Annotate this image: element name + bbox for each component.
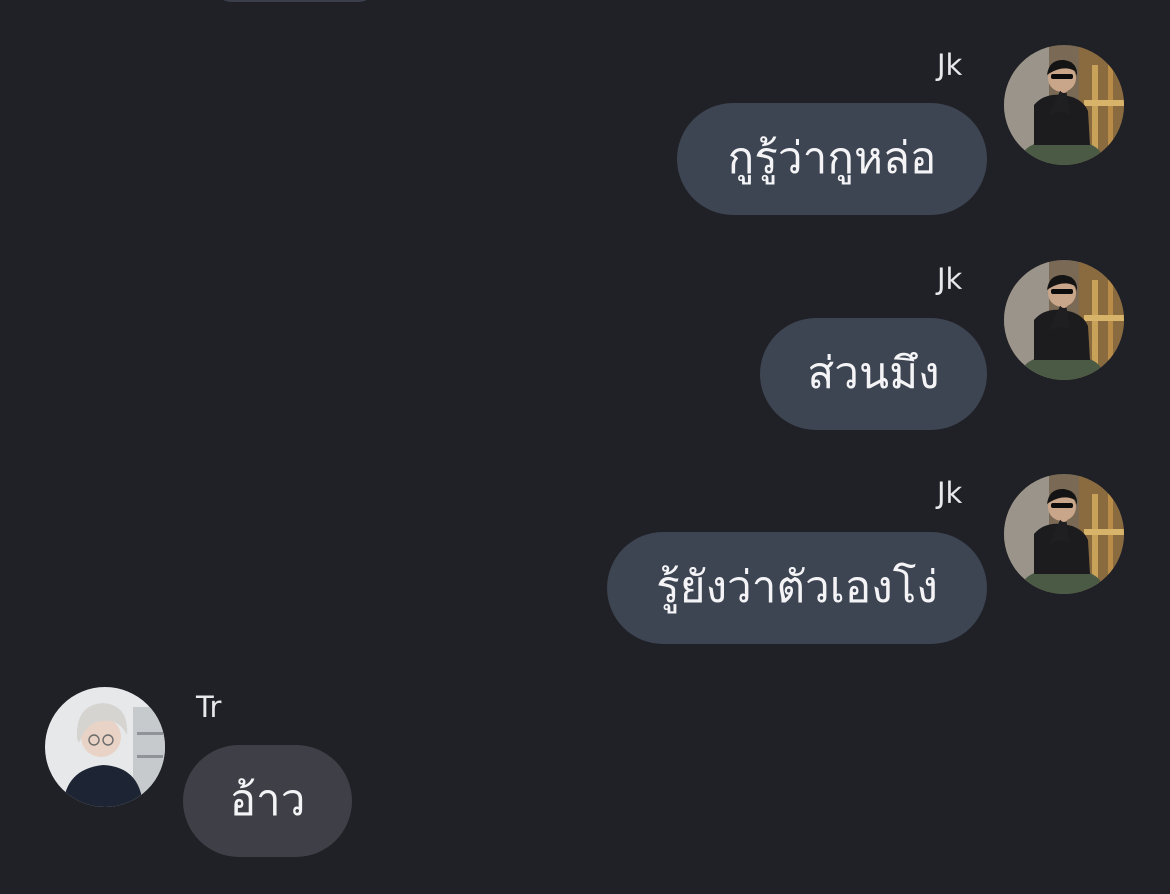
sender-name: Jk bbox=[937, 262, 963, 296]
chat-thread: Jk กูรู้ว่ากูหล่อ Jk ส่วนมึง Jk รู้ยังว่… bbox=[0, 0, 1170, 894]
tr-avatar[interactable] bbox=[45, 687, 165, 807]
sender-name: Jk bbox=[937, 476, 963, 510]
sender-name: Jk bbox=[937, 48, 963, 82]
sender-name: Tr bbox=[196, 690, 222, 724]
message-bubble[interactable]: อ้าว bbox=[183, 745, 352, 857]
jk-avatar[interactable] bbox=[1004, 260, 1124, 380]
jk-avatar[interactable] bbox=[1004, 474, 1124, 594]
previous-message-bubble-fragment bbox=[215, 0, 375, 2]
message-bubble[interactable]: ส่วนมึง bbox=[760, 318, 987, 430]
message-bubble[interactable]: กูรู้ว่ากูหล่อ bbox=[677, 103, 987, 215]
jk-avatar[interactable] bbox=[1004, 45, 1124, 165]
message-bubble[interactable]: รู้ยังว่าตัวเองโง่ bbox=[607, 532, 987, 644]
